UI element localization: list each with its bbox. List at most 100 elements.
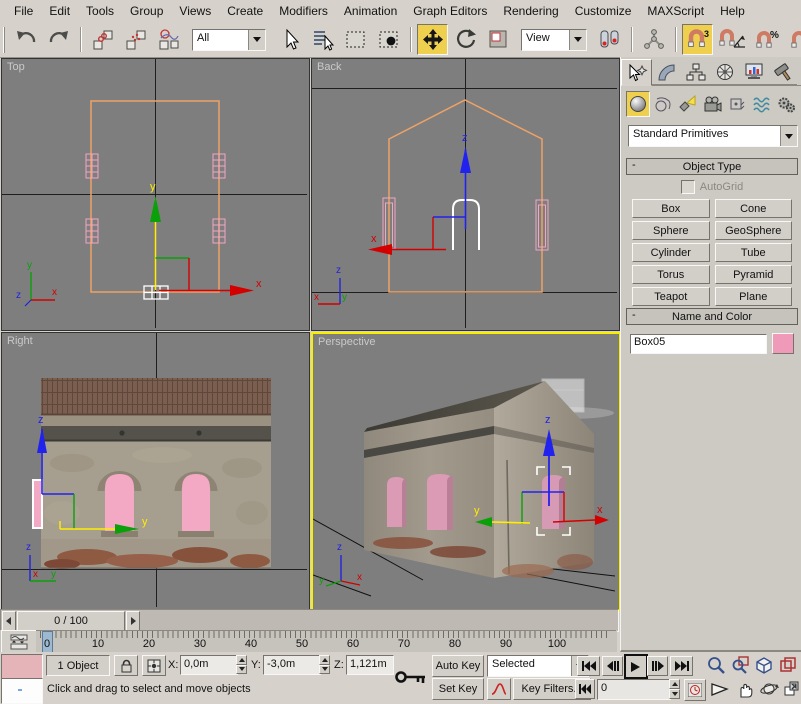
tab-motion[interactable] <box>710 59 739 85</box>
viewport-perspective-canvas[interactable]: z x y z y x <box>313 334 615 606</box>
zoom-extents-all-button[interactable] <box>777 654 798 675</box>
frame-spinner[interactable] <box>669 679 680 699</box>
object-type-rollout-header[interactable]: - Object Type <box>626 158 798 175</box>
percent-snap-toggle-button[interactable]: % <box>751 24 785 55</box>
textured-wall-photo[interactable] <box>41 378 271 569</box>
use-pivot-point-center-button[interactable] <box>594 24 625 55</box>
selected-door-object-right[interactable] <box>32 479 43 529</box>
maxscript-mini-listener[interactable] <box>1 678 43 704</box>
tube-button[interactable]: Tube <box>714 243 792 262</box>
category-helpers[interactable] <box>725 91 749 117</box>
menu-group[interactable]: Group <box>122 1 171 21</box>
go-to-end-button[interactable] <box>670 656 693 676</box>
primitive-category-arrow[interactable] <box>780 126 797 146</box>
move-gizmo-top[interactable]: y x <box>150 181 262 296</box>
selection-filter-dropdown[interactable]: All <box>192 28 266 51</box>
bind-to-space-warp-button[interactable] <box>153 24 184 55</box>
selection-lock-toggle[interactable] <box>114 655 138 676</box>
x-coordinate-field[interactable]: 0,0m <box>180 655 238 675</box>
redo-button[interactable] <box>43 24 74 55</box>
viewport-right[interactable]: Right z y z x y <box>1 332 310 610</box>
menu-views[interactable]: Views <box>171 1 219 21</box>
viewport-back[interactable]: Back z x z x y <box>311 58 620 331</box>
category-lights[interactable] <box>675 91 699 117</box>
viewport-perspective[interactable]: Perspective z x y z y x <box>311 332 621 612</box>
menu-create[interactable]: Create <box>219 1 271 21</box>
x-spinner[interactable] <box>236 655 247 674</box>
field-of-view-button[interactable] <box>708 678 730 699</box>
object-color-swatch[interactable] <box>772 333 794 354</box>
select-object-button[interactable] <box>274 24 305 55</box>
menu-modifiers[interactable]: Modifiers <box>271 1 336 21</box>
reference-coordinate-system-dropdown[interactable]: View <box>521 28 587 51</box>
pyramid-button[interactable]: Pyramid <box>714 265 792 284</box>
time-configuration-button[interactable] <box>684 679 706 701</box>
menu-edit[interactable]: Edit <box>41 1 78 21</box>
rectangular-selection-region-button[interactable] <box>340 24 371 55</box>
previous-frame-arrow[interactable] <box>2 610 16 631</box>
box-button[interactable]: Box <box>632 199 710 218</box>
mini-curve-editor-button[interactable] <box>1 630 37 653</box>
next-frame-button[interactable] <box>647 656 668 676</box>
maxscript-macro-recorder[interactable] <box>1 654 43 679</box>
category-systems[interactable] <box>774 91 798 117</box>
zoom-extents-button[interactable] <box>752 654 774 675</box>
cone-button[interactable]: Cone <box>714 199 792 218</box>
track-bar-ruler[interactable]: 0 10 20 30 40 50 60 70 80 90 100 <box>36 630 616 654</box>
zoom-button[interactable] <box>705 654 726 675</box>
menu-rendering[interactable]: Rendering <box>495 1 566 21</box>
angle-snap-toggle-button[interactable] <box>715 24 749 55</box>
key-mode-toggle-button[interactable] <box>575 679 595 699</box>
menu-maxscript[interactable]: MAXScript <box>639 1 712 21</box>
set-keys-button[interactable] <box>390 654 432 700</box>
torus-button[interactable]: Torus <box>632 265 710 284</box>
tab-utilities[interactable] <box>768 59 797 85</box>
window-object-right-2[interactable] <box>182 474 210 531</box>
category-shapes[interactable] <box>651 91 675 117</box>
name-and-color-rollout-header[interactable]: - Name and Color <box>626 308 798 325</box>
viewport-right-canvas[interactable]: z y z x y <box>2 333 307 607</box>
viewport-top-canvas[interactable]: y x y z x <box>2 59 307 328</box>
select-and-scale-button[interactable] <box>483 24 514 55</box>
tab-hierarchy[interactable] <box>681 59 710 85</box>
zoom-all-button[interactable] <box>729 654 750 675</box>
category-space-warps[interactable] <box>750 91 774 117</box>
coord-system-arrow[interactable] <box>569 29 586 50</box>
auto-key-button[interactable]: Auto Key <box>432 655 484 677</box>
select-and-move-button[interactable] <box>417 24 448 55</box>
selection-filter-arrow[interactable] <box>248 29 265 50</box>
plane-button[interactable]: Plane <box>714 287 792 306</box>
y-spinner[interactable] <box>319 655 330 674</box>
menu-help[interactable]: Help <box>712 1 753 21</box>
min-max-toggle-button[interactable] <box>782 678 801 699</box>
primitive-category-dropdown[interactable]: Standard Primitives <box>628 125 798 147</box>
tab-display[interactable] <box>739 59 768 85</box>
y-coordinate-field[interactable]: -3,0m <box>263 655 321 675</box>
viewport-top[interactable]: Top y x y z x <box>1 58 310 331</box>
absolute-offset-mode-toggle[interactable] <box>142 655 166 676</box>
select-and-rotate-button[interactable] <box>450 24 481 55</box>
geosphere-button[interactable]: GeoSphere <box>714 221 792 240</box>
menu-tools[interactable]: Tools <box>78 1 122 21</box>
cylinder-button[interactable]: Cylinder <box>632 243 710 262</box>
arc-rotate-button[interactable] <box>758 678 780 699</box>
previous-frame-button[interactable] <box>602 656 623 676</box>
time-slider-track[interactable]: 0 / 100 <box>0 609 619 632</box>
key-filter-mode-dropdown[interactable]: Selected <box>487 655 589 677</box>
menu-graph-editors[interactable]: Graph Editors <box>405 1 495 21</box>
play-animation-button[interactable] <box>624 654 648 679</box>
select-and-manipulate-button[interactable] <box>638 24 669 55</box>
unlink-selection-button[interactable] <box>120 24 151 55</box>
spinner-snap-toggle-button[interactable] <box>787 24 801 55</box>
z-coordinate-field[interactable]: 1,121m <box>346 655 394 675</box>
window-crossing-toggle-button[interactable] <box>373 24 404 55</box>
viewport-back-canvas[interactable]: z x z x y <box>312 59 617 328</box>
pan-view-button[interactable] <box>734 678 756 699</box>
category-cameras[interactable] <box>700 91 724 117</box>
category-geometry[interactable] <box>626 91 650 117</box>
default-tangent-button[interactable] <box>487 678 511 700</box>
tab-create[interactable] <box>621 59 652 86</box>
set-key-button[interactable]: Set Key <box>432 678 484 700</box>
toolbar-grip[interactable] <box>3 26 5 53</box>
select-and-link-button[interactable] <box>87 24 118 55</box>
